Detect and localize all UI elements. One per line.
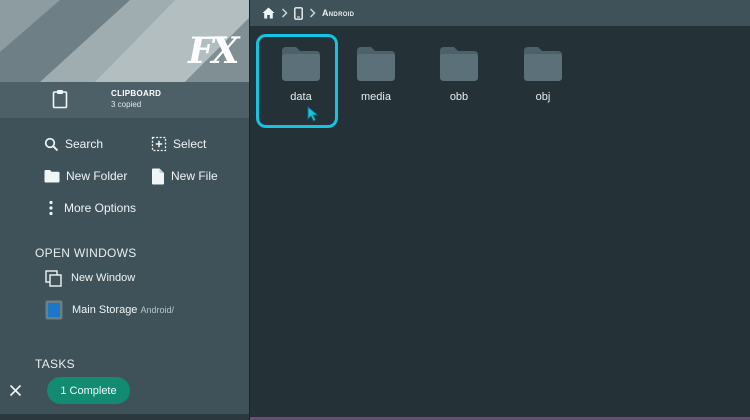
tasks-complete-badge[interactable]: 1 Complete bbox=[47, 377, 130, 404]
search-icon bbox=[44, 137, 59, 151]
storage-icon bbox=[45, 300, 63, 320]
clipboard-title: CLIPBOARD bbox=[111, 89, 162, 98]
folder-icon bbox=[357, 47, 395, 81]
folder-name: data bbox=[290, 91, 312, 103]
new-window-icon bbox=[45, 269, 62, 287]
tasks-heading: TASKS bbox=[35, 357, 75, 371]
more-options-button[interactable]: More Options bbox=[44, 197, 136, 219]
breadcrumb: Android bbox=[250, 0, 750, 26]
folder-media[interactable]: media bbox=[338, 46, 414, 126]
mouse-cursor-icon bbox=[307, 106, 319, 122]
fx-logo: FX bbox=[188, 30, 239, 72]
main-storage-path: Android/ bbox=[140, 305, 174, 315]
select-icon bbox=[151, 136, 167, 152]
folder-obj[interactable]: obj bbox=[505, 46, 581, 126]
close-icon[interactable] bbox=[9, 384, 22, 397]
search-label: Search bbox=[65, 137, 104, 151]
chevron-right-icon bbox=[309, 8, 316, 18]
folder-icon bbox=[440, 47, 478, 81]
home-icon[interactable] bbox=[262, 7, 275, 19]
new-window-label: New Window bbox=[71, 272, 136, 284]
folder-icon bbox=[44, 170, 60, 183]
select-label: Select bbox=[173, 137, 207, 151]
new-window-button[interactable]: New Window bbox=[45, 267, 135, 289]
more-options-label: More Options bbox=[64, 201, 137, 215]
main-storage-label: Main Storage bbox=[72, 304, 138, 316]
sidebar-bottom-strip bbox=[0, 414, 249, 420]
phone-icon[interactable] bbox=[294, 6, 303, 20]
breadcrumb-current[interactable]: Android bbox=[322, 8, 354, 18]
new-folder-button[interactable]: New Folder bbox=[44, 165, 127, 187]
file-grid: data media obb obj bbox=[250, 26, 750, 420]
file-icon bbox=[152, 168, 164, 184]
folder-icon bbox=[524, 47, 562, 81]
search-button[interactable]: Search bbox=[44, 133, 103, 155]
folder-name: obj bbox=[535, 91, 551, 103]
new-folder-label: New Folder bbox=[66, 169, 128, 183]
clipboard-icon bbox=[52, 90, 68, 109]
new-file-button[interactable]: New File bbox=[151, 165, 218, 187]
clipboard-panel[interactable]: CLIPBOARD 3 copied bbox=[0, 82, 249, 118]
open-windows-heading: OPEN WINDOWS bbox=[35, 246, 137, 260]
folder-icon bbox=[282, 47, 320, 81]
main-storage-window[interactable]: Main Storage Android/ bbox=[45, 299, 174, 321]
folder-name: obb bbox=[449, 91, 469, 103]
more-vert-icon bbox=[49, 200, 53, 216]
folder-name: media bbox=[361, 91, 391, 103]
select-button[interactable]: Select bbox=[151, 133, 206, 155]
folder-obb[interactable]: obb bbox=[421, 46, 497, 126]
sidebar: FX CLIPBOARD 3 copied Search Select New … bbox=[0, 0, 249, 420]
chevron-right-icon bbox=[281, 8, 288, 18]
clipboard-count: 3 copied bbox=[111, 100, 142, 109]
new-file-label: New File bbox=[171, 169, 218, 183]
folder-data[interactable]: data bbox=[256, 34, 339, 128]
tasks-row: 1 Complete bbox=[0, 376, 249, 406]
sidebar-banner: FX bbox=[0, 0, 249, 82]
